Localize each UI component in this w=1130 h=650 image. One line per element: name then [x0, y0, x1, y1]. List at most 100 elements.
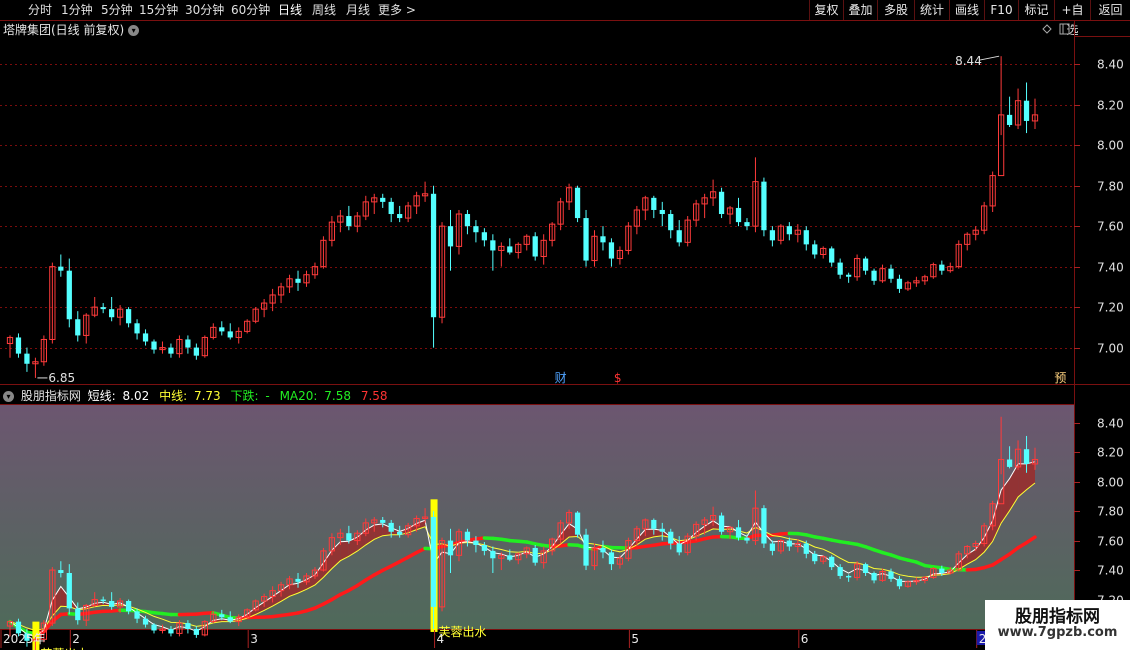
indicator-candle [109, 601, 115, 607]
main-candle [888, 268, 894, 279]
indicator-candle [812, 553, 818, 562]
short-value: 8.02 [122, 389, 150, 403]
indicator-candle [219, 614, 225, 618]
ma20-segment [491, 536, 504, 542]
ma20-segment [804, 533, 817, 539]
toolbar-button-1[interactable]: 叠加 [843, 0, 877, 20]
main-candle [1023, 100, 1030, 121]
main-candle [853, 258, 861, 278]
main-candle [498, 245, 505, 251]
main-candle [286, 278, 293, 288]
period-tab-6[interactable]: 日线 [278, 2, 302, 18]
main-candle [846, 274, 852, 277]
main-candle [709, 191, 717, 199]
band-fill [213, 618, 222, 623]
band-fill [628, 538, 637, 550]
main-candle [380, 197, 386, 202]
main-candle [871, 270, 877, 281]
toolbar-button-6[interactable]: 标记 [1018, 0, 1054, 20]
main-candle [176, 338, 183, 355]
toolbar-button-4[interactable]: 画线 [949, 0, 984, 20]
main-candle [151, 341, 157, 350]
ma20-segment [940, 566, 953, 572]
chart-canvas[interactable]: 8.40 8.20 8.00 7.80 7.60 7.40 7.20 7.00 8.40 8.20… [0, 0, 1130, 650]
main-candle [185, 339, 191, 348]
indicator-candle [761, 508, 767, 544]
ma20-segment [855, 542, 868, 549]
indicator-candle [981, 525, 988, 545]
indicator-candle [58, 570, 64, 573]
period-tab-5[interactable]: 60分钟 [231, 2, 270, 18]
toolbar-button-8[interactable]: 返回 [1090, 0, 1130, 20]
band-fill [221, 618, 231, 622]
chevron-down-icon[interactable]: ▾ [3, 391, 14, 402]
indicator-candle [921, 576, 929, 581]
period-tab-2[interactable]: 5分钟 [101, 2, 133, 18]
main-candle [66, 270, 72, 320]
ma20-segment [846, 541, 859, 547]
band-fill [264, 596, 273, 611]
main-candle [32, 361, 39, 365]
period-tab-3[interactable]: 15分钟 [139, 2, 178, 18]
ma20-segment [355, 578, 368, 588]
band-fill [416, 520, 426, 530]
main-candle [201, 336, 208, 357]
band-fill [289, 583, 299, 597]
main-candle [794, 229, 801, 235]
ma20-segment [220, 613, 232, 620]
period-tab-1[interactable]: 1分钟 [61, 2, 93, 18]
chevron-down-icon[interactable]: ▾ [128, 25, 140, 36]
band-fill [111, 602, 121, 606]
indicator-candle [565, 512, 573, 524]
ma20-segment [270, 613, 283, 619]
ma20-segment [406, 550, 419, 559]
mid-line [9, 482, 1036, 632]
main-candle [473, 226, 479, 233]
indicator-candle [786, 540, 792, 547]
toolbar-button-3[interactable]: 统计 [914, 0, 949, 20]
ma20-segment [770, 532, 783, 537]
ma20-segment [685, 539, 698, 544]
main-candle [24, 353, 30, 364]
indicator-candle [769, 543, 776, 551]
toolbar-button-5[interactable]: F10 [984, 0, 1018, 20]
indicator-candle [1014, 448, 1022, 468]
indicator-candle [718, 515, 725, 532]
indicator-candle [964, 545, 971, 555]
indicator-candle [100, 599, 106, 601]
period-tab-4[interactable]: 30分钟 [185, 2, 224, 18]
ma20-segment [364, 573, 377, 582]
band-fill [230, 618, 239, 622]
indicator-candle [91, 599, 98, 606]
indicator-candle [244, 609, 251, 618]
toolbar-button-7[interactable]: +自选 [1054, 0, 1090, 37]
toolbar-button-0[interactable]: 复权 [809, 0, 843, 20]
indicator-candle [625, 540, 632, 559]
watermark: 股朋指标网 www.7gpzb.com [985, 600, 1130, 650]
period-tab-0[interactable]: 分时 [28, 2, 52, 18]
main-y-tick-label: 7.60 [1097, 220, 1124, 234]
main-candle [786, 226, 792, 235]
indicator-candle [846, 575, 852, 578]
period-tab-7[interactable]: 周线 [312, 2, 336, 18]
indicator-candle [709, 515, 717, 521]
ma20-segment [914, 560, 927, 568]
ma20-segment [143, 609, 156, 615]
main-candle [252, 308, 259, 322]
watermark-url: www.7gpzb.com [997, 625, 1118, 640]
main-candle [320, 239, 327, 268]
main-candle [557, 201, 564, 225]
indicator-background [0, 405, 1074, 629]
main-candle [633, 209, 640, 227]
main-candle [438, 225, 446, 318]
ma20-segment [558, 543, 571, 548]
period-tab-8[interactable]: 月线 [346, 2, 370, 18]
band-fill [314, 562, 324, 586]
period-tab-9[interactable]: 更多 > [378, 2, 416, 18]
indicator-candle [210, 613, 217, 623]
indicator-candle [464, 531, 471, 541]
indicator-candle [269, 590, 276, 598]
stock-title: 塔牌集团(日线 前复权) ▾ [3, 21, 140, 38]
band-fill [247, 607, 256, 619]
toolbar-button-2[interactable]: 多股 [877, 0, 914, 20]
